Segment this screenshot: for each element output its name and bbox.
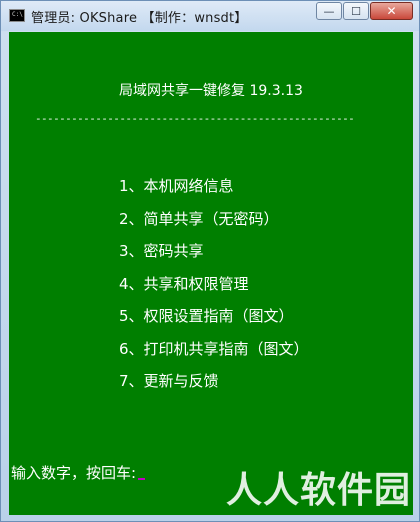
window-title: 管理员: OKShare 【制作：wnsdt】 xyxy=(31,11,248,26)
menu-item-simple-share: 2、简单共享（无密码） xyxy=(119,209,279,228)
input-prompt[interactable]: 输入数字，按回车: xyxy=(11,462,146,483)
text-cursor xyxy=(138,478,146,480)
menu-item-permission-guide: 5、权限设置指南（图文） xyxy=(119,307,294,325)
close-button[interactable]: ✕ xyxy=(370,2,413,20)
console-title: 局域网共享一键修复 19.3.13 xyxy=(119,83,303,99)
menu-list: 1、本机网络信息 2、简单共享（无密码） 3、密码共享 4、共享和权限管理 5、… xyxy=(119,175,309,403)
minimize-button[interactable]: — xyxy=(316,2,342,20)
menu-item-update-feedback: 7、更新与反馈 xyxy=(119,372,219,390)
window-controls: — ☐ ✕ xyxy=(316,2,413,20)
cmd-icon[interactable]: C:\ xyxy=(9,9,25,22)
menu-item-share-permissions: 4、共享和权限管理 xyxy=(119,274,249,293)
console-window: C:\ 管理员: OKShare 【制作：wnsdt】 — ☐ ✕ 局域网共享一… xyxy=(0,0,420,522)
cmd-icon-label: C:\ xyxy=(12,11,23,18)
menu-item-password-share: 3、密码共享 xyxy=(119,242,204,260)
close-icon: ✕ xyxy=(386,4,397,18)
minimize-icon: — xyxy=(323,4,335,18)
title-bar[interactable]: C:\ 管理员: OKShare 【制作：wnsdt】 — ☐ ✕ xyxy=(1,1,419,31)
menu-item-printer-guide: 6、打印机共享指南（图文） xyxy=(119,339,309,358)
menu-item-network-info: 1、本机网络信息 xyxy=(119,177,234,195)
prompt-label: 输入数字，按回车: xyxy=(11,464,137,482)
watermark-logo: 人人软件园 xyxy=(225,470,411,511)
console-area[interactable]: 局域网共享一键修复 19.3.13 ----------------------… xyxy=(9,32,413,515)
console-divider: ----------------------------------------… xyxy=(35,112,355,125)
maximize-icon: ☐ xyxy=(351,4,361,18)
maximize-button[interactable]: ☐ xyxy=(343,2,369,20)
